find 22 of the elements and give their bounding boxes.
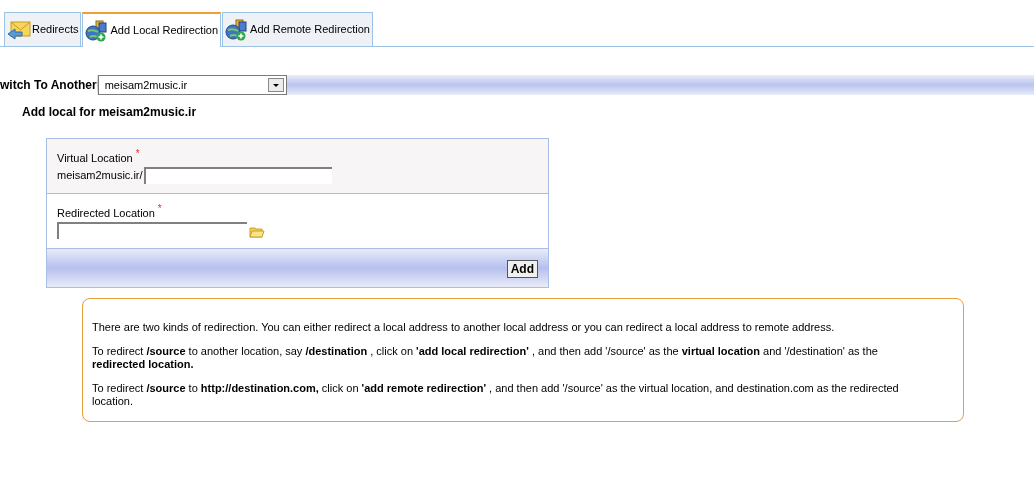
info-paragraph: There are two kinds of redirection. You can either redirect a local address to another local address or you can redirect a local address to remote address. — [92, 321, 836, 334]
switch-label: witch To Another — [0, 75, 97, 95]
globe-users-icon — [225, 18, 250, 41]
virtual-location-input[interactable] — [143, 166, 332, 184]
required-mark: * — [135, 147, 140, 161]
info-paragraph: To redirect /source to http://destination.com, click on 'add remote redirection' , and then add '/source' as the virtual location, and destination.com as the redirected location. — [92, 382, 900, 408]
required-mark: * — [157, 202, 162, 216]
info-paragraph: To redirect /source to another location, say /destination , click on 'add local redirection' , and then add '/source' as the virtual location and '/destination' as the redirected location. — [92, 345, 879, 371]
tab[interactable]: Redirects — [4, 12, 82, 46]
dropdown-icon — [267, 78, 284, 92]
section-heading: Add local for meisam2music.ir — [22, 104, 198, 121]
tab[interactable]: Add Remote Redirection — [222, 12, 373, 46]
folder-icon[interactable] — [249, 224, 265, 239]
add-button[interactable]: Add — [506, 260, 538, 278]
domain-select[interactable]: meisam2music.ir — [97, 75, 287, 95]
field-label: Redirected Location — [57, 206, 155, 221]
domain-prefix: meisam2music.ir/ — [57, 167, 143, 183]
field-label: Virtual Location — [57, 151, 133, 166]
tab[interactable]: Add Local Redirection — [82, 12, 222, 47]
redirected-location-input[interactable] — [57, 221, 247, 239]
globe-users-icon — [85, 19, 110, 42]
envelope-arrow-icon — [7, 18, 31, 41]
